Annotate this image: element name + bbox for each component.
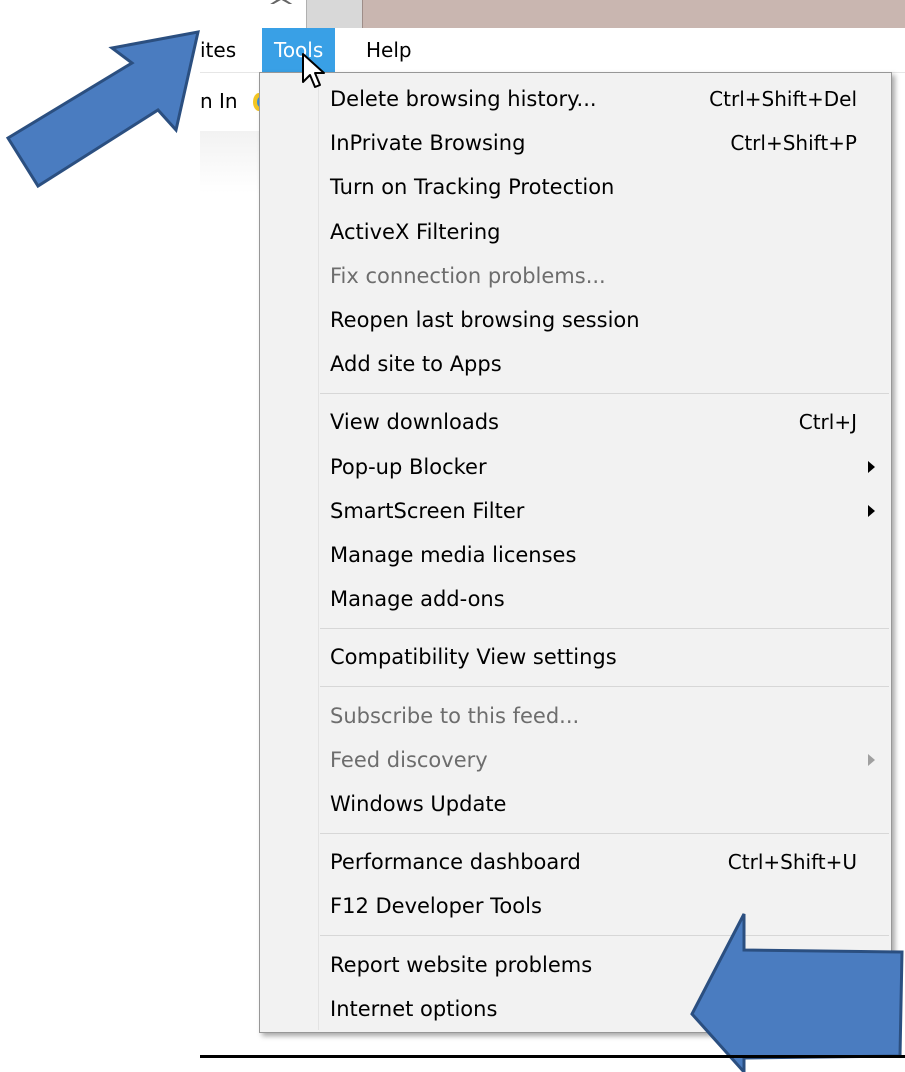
mouse-cursor-icon (302, 53, 325, 88)
menu-separator (320, 627, 889, 629)
menu-item-shortcut: Ctrl+Shift+P (730, 131, 857, 156)
menu-help[interactable]: Help (354, 28, 424, 72)
menu-item-performance-dashboard[interactable]: Performance dashboard Ctrl+Shift+U (260, 840, 891, 884)
menu-item-add-site-to-apps[interactable]: Add site to Apps (260, 342, 891, 386)
menu-item-windows-update[interactable]: Windows Update (260, 782, 891, 826)
menu-item-subscribe-to-this-feed: Subscribe to this feed... (260, 694, 891, 738)
menu-item-fix-connection-problems: Fix connection problems... (260, 254, 891, 298)
menu-item-label: Pop-up Blocker (330, 454, 487, 479)
tab-stub[interactable] (306, 0, 364, 28)
submenu-arrow-icon (868, 753, 875, 766)
menu-item-label: View downloads (330, 410, 499, 435)
menu-item-label: Turn on Tracking Protection (330, 175, 615, 200)
menu-item-view-downloads[interactable]: View downloads Ctrl+J (260, 400, 891, 444)
menu-item-shortcut: Ctrl+Shift+U (727, 850, 857, 875)
menu-item-label: SmartScreen Filter (330, 498, 525, 523)
menu-item-feed-discovery: Feed discovery (260, 738, 891, 782)
menu-item-shortcut: Ctrl+Shift+Del (709, 87, 857, 111)
menu-item-delete-browsing-history[interactable]: Delete browsing history... Ctrl+Shift+Del (260, 77, 891, 121)
menu-item-manage-media-licenses[interactable]: Manage media licenses (260, 533, 891, 577)
menu-item-label: ActiveX Filtering (330, 219, 501, 244)
chevron-up-icon[interactable]: ^ (266, 0, 296, 19)
menu-item-manage-add-ons[interactable]: Manage add-ons (260, 577, 891, 621)
menu-separator (320, 686, 889, 688)
menu-item-label: Feed discovery (330, 747, 488, 772)
menu-item-reopen-last-browsing-session[interactable]: Reopen last browsing session (260, 298, 891, 342)
menu-item-label: InPrivate Browsing (330, 131, 526, 156)
annotation-arrow-icon (690, 913, 904, 1072)
menu-item-label: Performance dashboard (330, 850, 581, 875)
menu-item-label: Subscribe to this feed... (330, 703, 580, 728)
menu-separator (320, 832, 889, 834)
annotation-arrow-icon (5, 30, 200, 189)
menu-item-label: Internet options (330, 996, 498, 1021)
menu-item-label: Manage media licenses (330, 543, 577, 567)
menu-item-inprivate-browsing[interactable]: InPrivate Browsing Ctrl+Shift+P (260, 121, 891, 165)
menu-item-turn-on-tracking-protection[interactable]: Turn on Tracking Protection (260, 165, 891, 209)
menu-separator (320, 392, 889, 394)
tools-dropdown-menu: Delete browsing history... Ctrl+Shift+Del… (259, 72, 892, 1033)
menu-item-label: Fix connection problems... (330, 263, 606, 288)
menu-item-activex-filtering[interactable]: ActiveX Filtering (260, 210, 891, 254)
submenu-arrow-icon (868, 460, 875, 473)
divider (200, 1055, 905, 1058)
menu-item-compatibility-view-settings[interactable]: Compatibility View settings (260, 635, 891, 679)
menu-item-smartscreen-filter[interactable]: SmartScreen Filter (260, 489, 891, 533)
menu-item-label: Compatibility View settings (330, 645, 617, 670)
menu-item-label: Report website problems (330, 952, 593, 977)
submenu-arrow-icon (868, 504, 875, 517)
menu-item-label: Add site to Apps (330, 352, 502, 377)
browser-tab[interactable] (362, 0, 905, 28)
menu-item-shortcut: Ctrl+J (798, 410, 857, 435)
menu-item-label: F12 Developer Tools (330, 894, 542, 919)
menu-item-pop-up-blocker[interactable]: Pop-up Blocker (260, 445, 891, 489)
menu-item-label: Windows Update (330, 792, 507, 816)
menu-item-label: Delete browsing history... (330, 87, 597, 111)
menu-item-label: Manage add-ons (330, 587, 505, 612)
menu-item-label: Reopen last browsing session (330, 308, 640, 332)
